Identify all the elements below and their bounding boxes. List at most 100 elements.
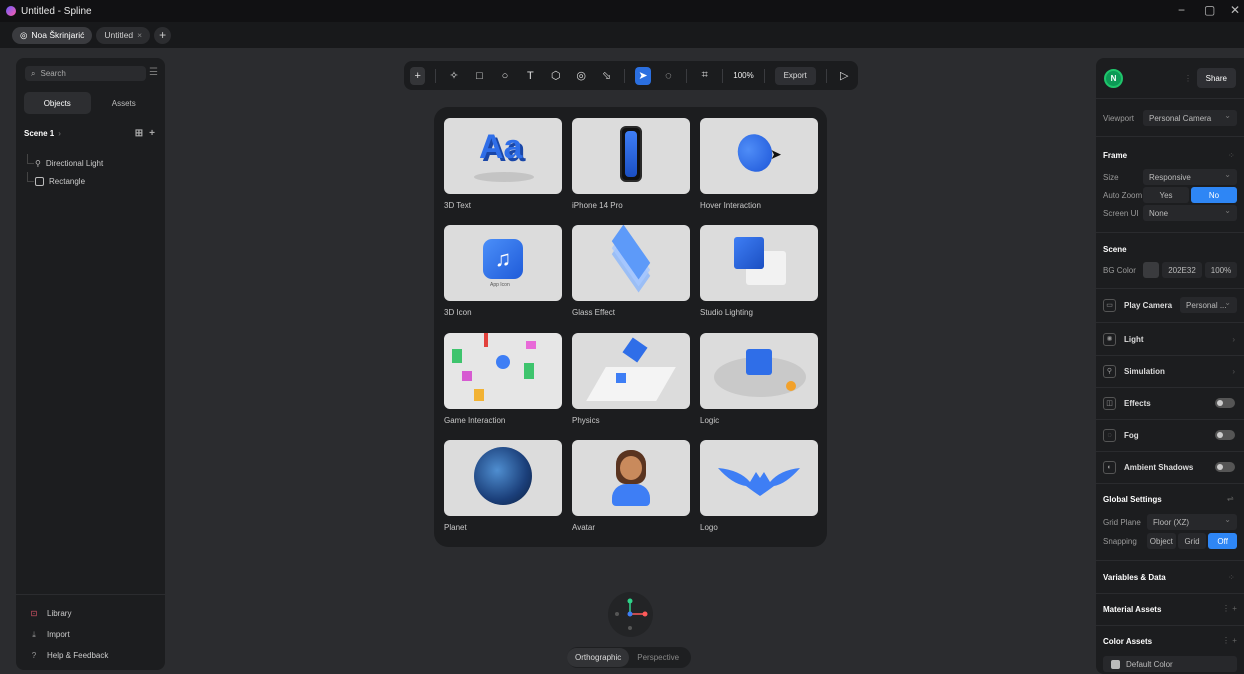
export-button[interactable]: Export [774,66,816,85]
size-label: Size [1103,172,1119,182]
orthographic-button[interactable]: Orthographic [567,648,630,667]
zoom-level[interactable]: 100% [733,71,753,80]
text-tool-icon[interactable]: T [523,67,538,85]
navigation-gizmo[interactable] [608,592,653,637]
template-card[interactable]: Physics [572,333,690,432]
user-tab[interactable]: ◎ Noa Škrinjarić [12,26,93,44]
add-color-icon[interactable]: ⋮ + [1222,636,1237,645]
grid-view-icon[interactable]: ⊞ [135,128,143,139]
grid-plane-select[interactable]: Floor (XZ) [1147,514,1237,530]
restore-icon[interactable]: ▢ [1204,3,1215,17]
close-icon[interactable]: ✕ [1230,3,1240,17]
import-button[interactable]: ⤓ Import [16,624,165,645]
bg-opacity[interactable]: 100% [1205,262,1237,278]
screenui-label: Screen UI [1103,208,1139,218]
avatar[interactable]: N [1104,68,1123,88]
size-select[interactable]: Responsive [1143,169,1237,185]
close-tab-icon[interactable]: × [137,30,142,40]
add-object-icon[interactable]: + [149,128,155,139]
menu-icon[interactable]: ☰ [149,67,158,78]
template-label: 3D Icon [444,308,472,317]
template-card[interactable]: ➤ Hover Interaction [700,118,818,217]
bg-color-hex[interactable]: 202E32 [1162,262,1202,278]
ambient-shadows-toggle[interactable] [1215,462,1235,472]
template-label: Avatar [572,523,595,532]
divider [722,68,724,83]
effects-section: ◫ Effects [1103,394,1237,412]
select-tool-icon[interactable]: ➤ [635,66,651,85]
screenui-select[interactable]: None [1143,205,1237,221]
ellipse-tool-icon[interactable]: ○ [497,67,512,85]
paint-tool-icon[interactable]: ⬂ [599,67,614,85]
autozoom-no-button[interactable]: No [1191,187,1237,203]
comment-tool-icon[interactable]: ◌ [661,67,676,85]
fog-toggle[interactable] [1215,430,1235,440]
ambient-shadows-section: ◐ Ambient Shadows [1103,458,1237,476]
add-material-icon[interactable]: ⋮ + [1222,604,1237,613]
add-button[interactable]: + [410,66,426,85]
play-camera-row: ▭ Play Camera Personal ... [1103,296,1237,314]
bg-color-row: BG Color 202E32 100% [1103,262,1237,278]
variables-heading[interactable]: Variables & Data [1103,573,1166,582]
import-icon: ⤓ [32,629,36,639]
play-icon[interactable]: ▷ [837,67,852,85]
divider [1096,98,1244,99]
template-card[interactable]: Aa 3D Text [444,118,562,217]
frame-options-icon[interactable]: ⁘ [1228,151,1235,160]
template-card[interactable]: Avatar [572,440,690,539]
frame-tool-icon[interactable]: ⌗ [697,67,712,85]
bg-color-swatch[interactable] [1143,262,1159,278]
template-card[interactable]: iPhone 14 Pro [572,118,690,217]
scene-header[interactable]: Scene 1 › ⊞ + [16,124,165,142]
snap-off-button[interactable]: Off [1208,533,1238,549]
phone-preview [620,126,642,182]
settings-sliders-icon[interactable]: ⇌ [1227,494,1234,503]
size-row: Size Responsive [1103,169,1237,185]
help-button[interactable]: ? Help & Feedback [16,645,165,666]
template-card[interactable]: ♫ App Icon 3D Icon [444,225,562,324]
template-card[interactable]: Game Interaction [444,333,562,432]
studio-cube-preview [734,237,764,269]
viewport-select[interactable]: Personal Camera [1143,110,1237,126]
snap-grid-button[interactable]: Grid [1177,533,1207,549]
sphere-tool-icon[interactable]: ◎ [573,67,588,85]
autozoom-yes-button[interactable]: Yes [1143,187,1189,203]
light-label: Light [1124,334,1144,344]
template-label: Physics [572,416,600,425]
share-button[interactable]: Share [1196,68,1236,88]
pen-tool-icon[interactable]: ✧ [446,67,461,85]
more-icon[interactable]: ⋮ [1184,74,1192,83]
library-button[interactable]: ⊡ Library [16,603,165,624]
perspective-button[interactable]: Perspective [629,648,687,667]
document-tab[interactable]: Untitled × [96,26,151,44]
default-color-item[interactable]: Default Color [1103,656,1237,672]
minimize-icon[interactable]: − [1178,3,1185,17]
tree-item-directional-light[interactable]: ⚲ Directional Light [25,154,157,172]
cursor-icon: ➤ [770,146,782,162]
user-name: Noa Škrinjarić [31,30,85,40]
template-card[interactable]: Glass Effect [572,225,690,324]
tab-assets[interactable]: Assets [91,92,158,114]
tree-item-label: Rectangle [49,176,86,186]
play-camera-select[interactable]: Personal ... [1180,297,1237,313]
default-color-label: Default Color [1126,659,1173,669]
template-card[interactable]: Studio Lighting [700,225,818,324]
expand-icon[interactable]: ⁘ [1228,573,1235,582]
snap-object-button[interactable]: Object [1147,533,1176,549]
tab-objects[interactable]: Objects [24,92,91,114]
search-input[interactable]: ⌕ Search [25,66,146,81]
template-card[interactable]: Planet [444,440,562,539]
add-tab-button[interactable]: + [154,26,172,44]
rectangle-tool-icon[interactable]: □ [472,67,487,85]
effects-toggle[interactable] [1215,398,1235,408]
help-label: Help & Feedback [47,651,109,660]
template-card[interactable]: Logo [700,440,818,539]
template-card[interactable]: Logic [700,333,818,432]
shape-tool-icon[interactable]: ⬡ [548,67,563,85]
light-section[interactable]: ✺ Light › [1103,330,1237,348]
user-icon: ◎ [20,29,28,40]
tree-item-rectangle[interactable]: Rectangle [25,172,157,190]
simulation-section[interactable]: ⚲ Simulation › [1103,362,1237,380]
template-thumbnail: ➤ [700,118,818,194]
viewport-row: Viewport Personal Camera [1103,110,1237,126]
